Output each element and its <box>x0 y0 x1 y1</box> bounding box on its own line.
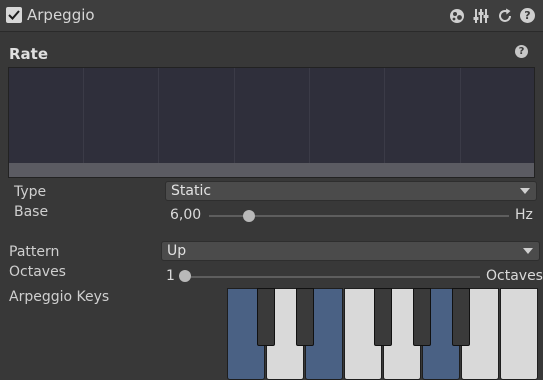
grid-line <box>234 68 235 164</box>
base-value[interactable]: 6,00 <box>170 207 201 223</box>
arpeggio-keys-label: Arpeggio Keys <box>9 289 110 305</box>
black-key[interactable] <box>257 288 275 346</box>
base-label: Base <box>14 204 49 220</box>
octaves-value[interactable]: 1 <box>166 268 175 284</box>
type-dropdown[interactable]: Static <box>165 181 537 201</box>
graph-value-bar <box>9 163 534 177</box>
pattern-dropdown-value: Up <box>167 243 187 259</box>
checkmark-icon <box>8 10 20 20</box>
grid-line <box>460 68 461 164</box>
section-title: Rate <box>9 45 49 63</box>
chevron-down-icon <box>523 248 533 254</box>
octaves-slider-track[interactable] <box>180 276 480 278</box>
black-key[interactable] <box>452 288 470 346</box>
black-key[interactable] <box>374 288 392 346</box>
black-key[interactable] <box>296 288 314 346</box>
rate-graph[interactable] <box>8 67 535 178</box>
octaves-slider-thumb[interactable] <box>179 270 191 282</box>
component-title: Arpeggio <box>27 6 95 24</box>
enable-checkbox[interactable] <box>6 7 22 23</box>
type-dropdown-value: Static <box>171 183 212 199</box>
mixer-icon[interactable] <box>473 8 489 24</box>
base-unit: Hz <box>515 207 533 223</box>
base-slider-thumb[interactable] <box>243 210 255 222</box>
arpeggio-keyboard[interactable] <box>227 288 540 380</box>
white-key[interactable] <box>500 288 538 380</box>
octaves-label: Octaves <box>9 264 66 280</box>
pattern-label: Pattern <box>9 244 60 260</box>
octaves-unit: Octaves <box>486 268 543 284</box>
grid-line <box>83 68 84 164</box>
preset-icon[interactable] <box>449 8 465 24</box>
grid-line <box>309 68 310 164</box>
type-label: Type <box>14 184 47 200</box>
reset-icon[interactable] <box>497 8 513 24</box>
grid-line <box>384 68 385 164</box>
help-icon[interactable]: ? <box>515 45 528 58</box>
black-key[interactable] <box>413 288 431 346</box>
header-help-icon[interactable]: ? <box>520 8 535 23</box>
pattern-dropdown[interactable]: Up <box>161 241 540 261</box>
grid-line <box>158 68 159 164</box>
chevron-down-icon <box>520 188 530 194</box>
